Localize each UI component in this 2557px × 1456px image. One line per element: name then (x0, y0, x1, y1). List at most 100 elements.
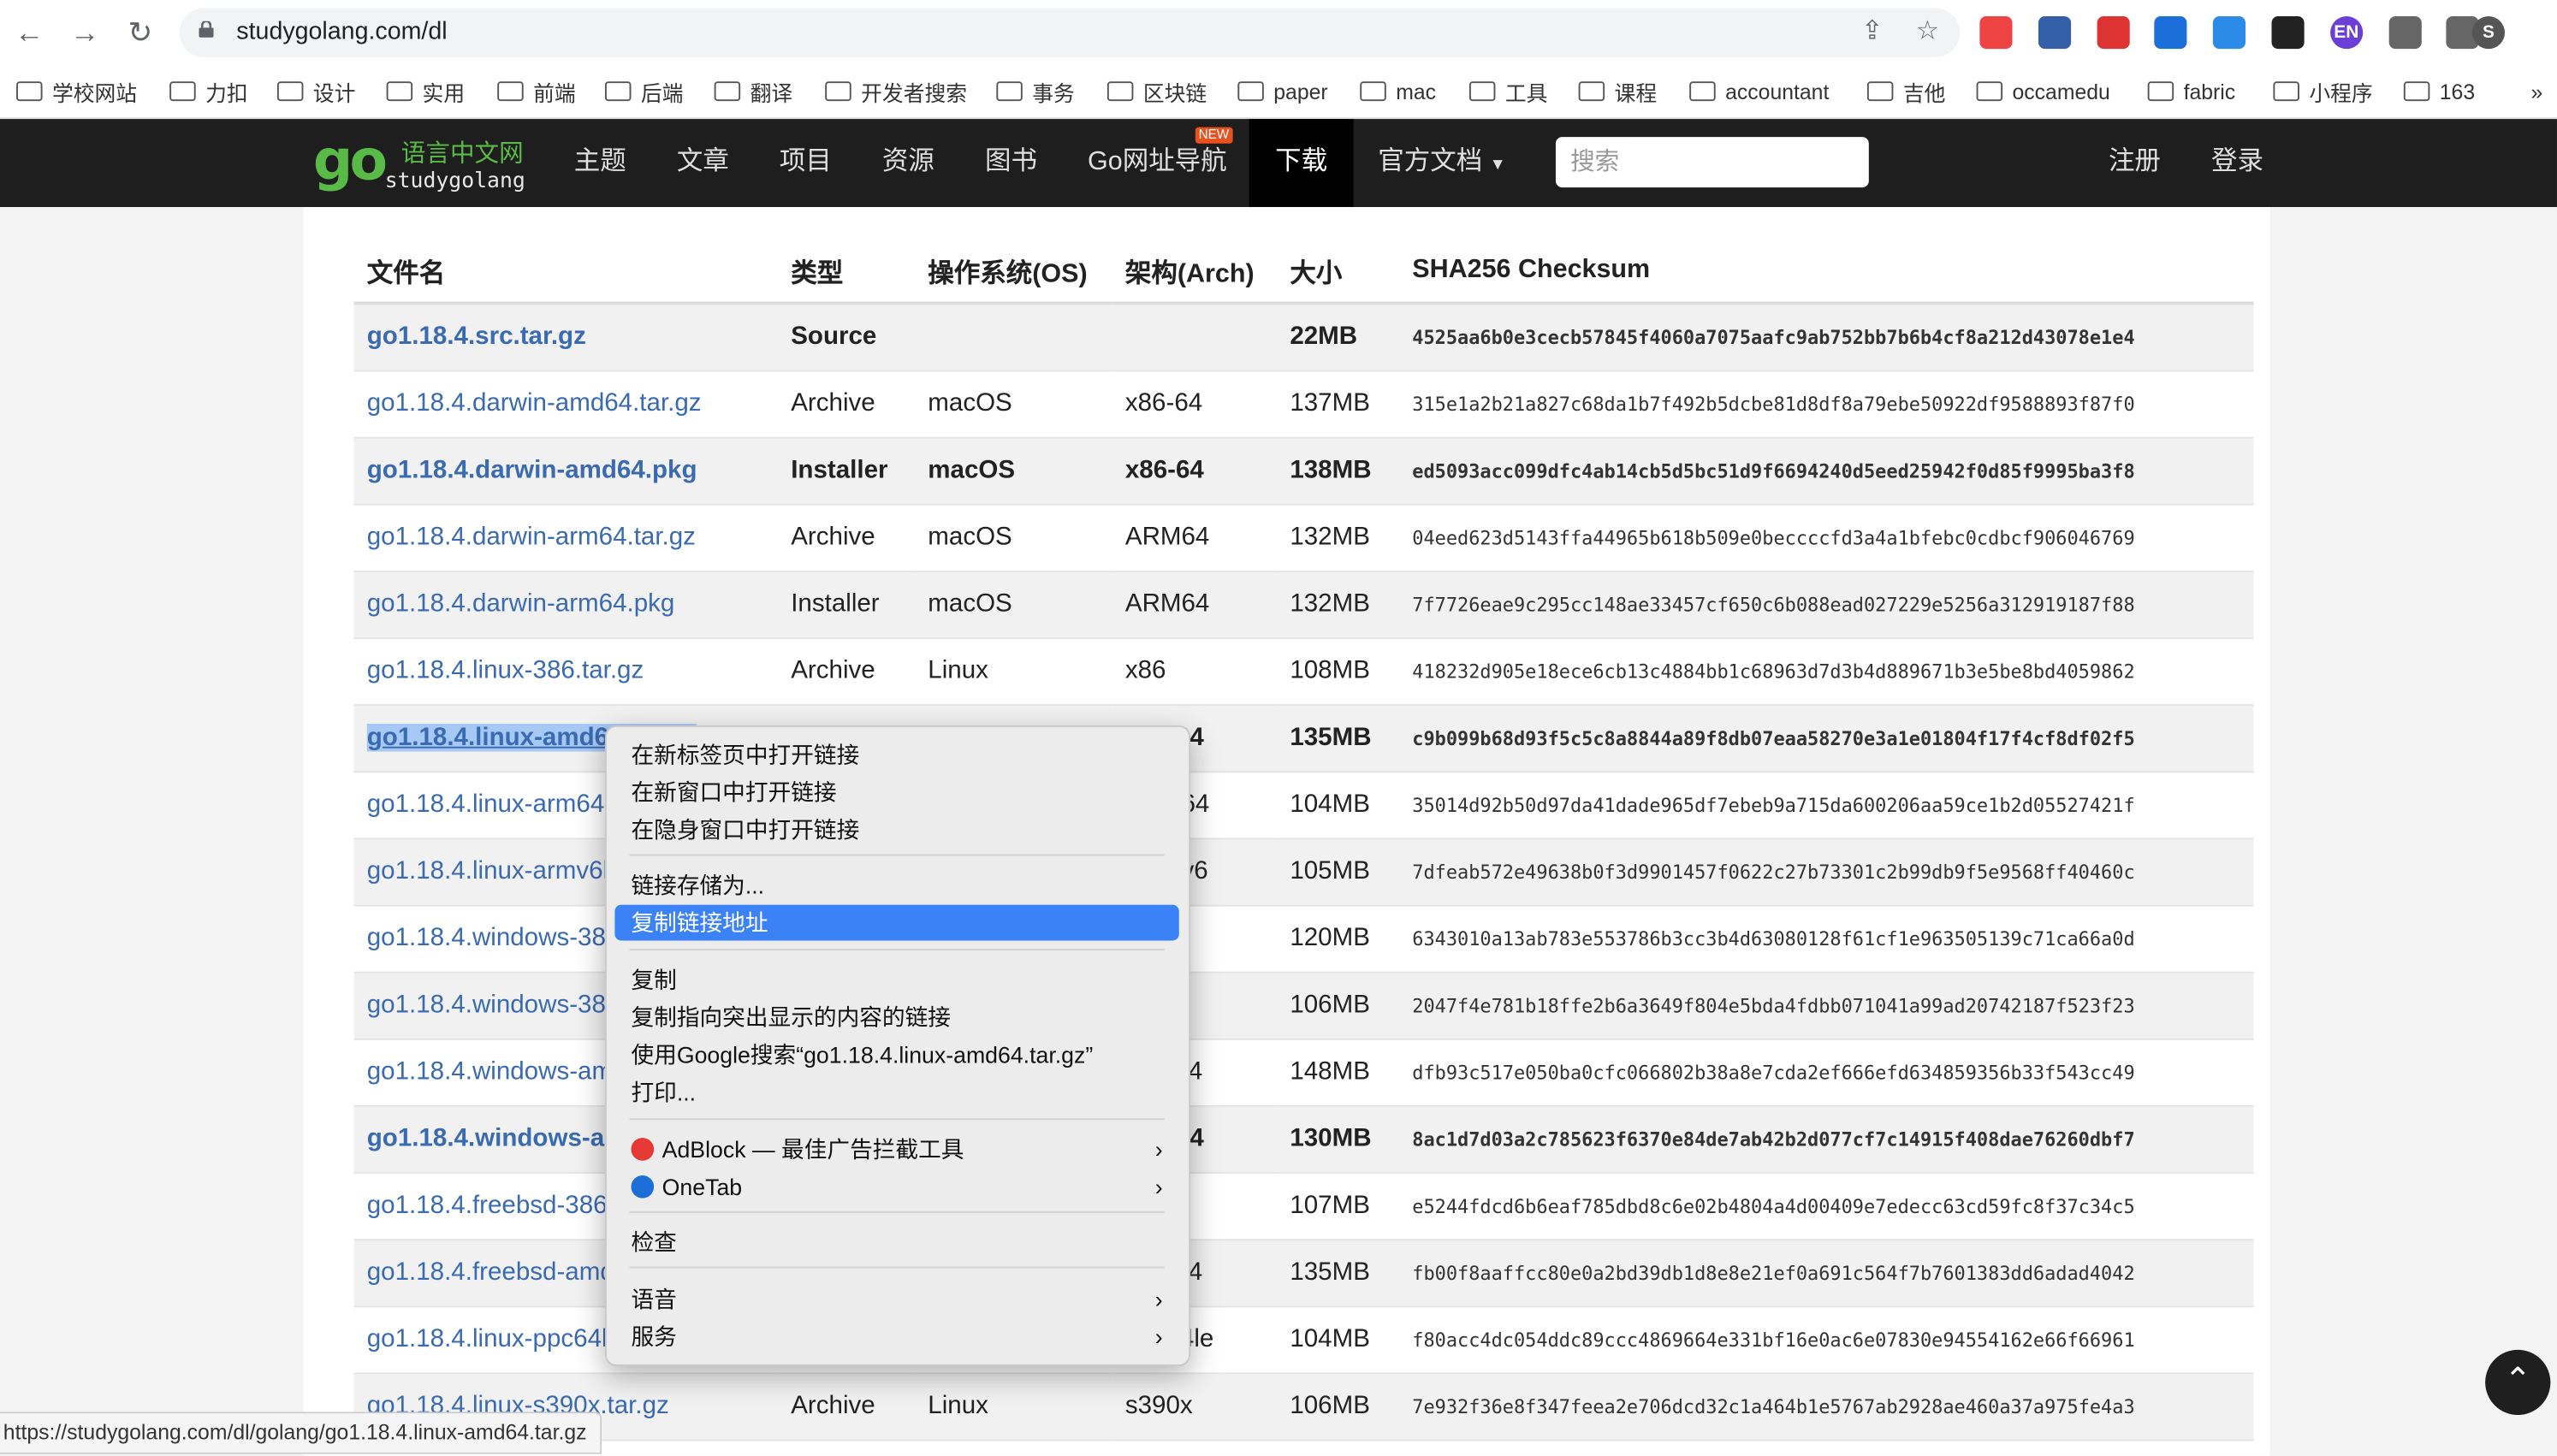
ctx-open-new-window[interactable]: 在新窗口中打开链接 (614, 774, 1178, 810)
scroll-to-top-button[interactable]: ⌃ (2485, 1349, 2551, 1416)
back-icon[interactable]: ← (13, 16, 45, 49)
file-link[interactable]: go1.18.4.linux-386.tar.gz (353, 638, 778, 707)
os-cell-text: macOS (928, 589, 1012, 619)
sha256-cell: 418232d905e18ece6cb13c4884bb1c68963d7d3b… (1399, 638, 2254, 707)
chevron-right-icon: › (1154, 1136, 1163, 1163)
os-cell: Linux (915, 638, 1112, 707)
adblock-icon[interactable] (2096, 16, 2129, 50)
size-cell: 106MB (1277, 1373, 1400, 1441)
nav-projects[interactable]: 项目 (780, 119, 832, 207)
register-link[interactable]: 注册 (2109, 119, 2161, 207)
ctx-adblock[interactable]: AdBlock — 最佳广告拦截工具 › (614, 1131, 1178, 1167)
profile-avatar[interactable]: S (2471, 16, 2506, 50)
nav-books[interactable]: 图书 (985, 119, 1037, 207)
translate-icon[interactable]: EN (2329, 16, 2363, 50)
folder-icon (1866, 81, 1894, 102)
col-filename: 文件名 (353, 240, 778, 305)
file-link[interactable]: go1.18.4.darwin-amd64.pkg (353, 437, 778, 506)
file-link-text[interactable]: go1.18.4.src.tar.gz (367, 323, 586, 350)
incognito-icon[interactable] (2271, 16, 2305, 50)
file-link-text[interactable]: go1.18.4.linux-386.tar.gz (367, 657, 644, 684)
nav-topics[interactable]: 主题 (574, 119, 626, 207)
apps-icon[interactable] (1979, 16, 2013, 50)
bookmark-item[interactable]: paper (1237, 77, 1328, 106)
sha256-cell: fb00f8aaffcc80e0a2bd39db1d8e8e21ef0a691c… (1399, 1240, 2254, 1308)
ctx-copy-link-address[interactable]: 复制链接地址 (614, 904, 1179, 941)
bookmark-item[interactable]: 事务 (996, 77, 1075, 106)
ctx-save-link-as[interactable]: 链接存储为... (614, 867, 1178, 903)
file-link[interactable]: go1.18.4.src.tar.gz (353, 303, 778, 372)
bookmark-item[interactable]: mac (1360, 77, 1436, 106)
nav-download[interactable]: 下载 (1249, 119, 1354, 208)
bookmark-item[interactable]: 课程 (1578, 77, 1658, 106)
share-icon[interactable]: ⇪ (1856, 16, 1889, 49)
chevron-right-icon: › (1154, 1323, 1163, 1350)
ctx-open-new-tab[interactable]: 在新标签页中打开链接 (614, 737, 1178, 772)
bookmark-item[interactable]: 区块链 (1106, 77, 1207, 106)
bookmark-item[interactable]: 实用 (386, 77, 465, 106)
os-cell: macOS (915, 370, 1112, 439)
file-link[interactable]: go1.18.4.darwin-arm64.pkg (353, 571, 778, 639)
folder-icon (1976, 81, 2003, 102)
ctx-speech[interactable]: 语音 › (614, 1281, 1178, 1317)
ctx-copy-link-to-highlight[interactable]: 复制指向突出显示的内容的链接 (614, 999, 1178, 1035)
bookmark-item[interactable]: 学校网站 (16, 77, 137, 106)
bookmark-label: 课程 (1614, 80, 1658, 105)
arch-cell-text: ARM64 (1124, 523, 1210, 552)
login-link[interactable]: 登录 (2211, 119, 2263, 207)
reload-icon[interactable]: ↻ (124, 16, 157, 49)
context-menu-label: 复制链接地址 (631, 909, 768, 936)
ctx-google-search[interactable]: 使用Google搜索“go1.18.4.linux-amd64.tar.gz” (614, 1037, 1178, 1073)
ctx-print[interactable]: 打印... (614, 1074, 1178, 1110)
ctx-services[interactable]: 服务 › (614, 1319, 1178, 1355)
nav-docs[interactable]: 官方文档 ▼ (1378, 119, 1505, 207)
bookmark-item[interactable]: 翻译 (714, 77, 792, 106)
star-ext-icon[interactable] (2038, 16, 2071, 50)
ctx-copy[interactable]: 复制 (614, 962, 1178, 997)
file-link-text[interactable]: go1.18.4.darwin-arm64.pkg (367, 590, 675, 618)
col-os: 操作系统(OS) (915, 240, 1112, 305)
ctx-onetab[interactable]: OneTab › (614, 1169, 1178, 1204)
bookmark-item[interactable]: 后端 (604, 77, 683, 106)
site-search-input[interactable]: 搜索 (1555, 137, 1869, 188)
bookmark-item[interactable]: 小程序 (2273, 77, 2373, 106)
folder-icon (16, 81, 43, 102)
bookmark-item[interactable]: 前端 (497, 77, 576, 106)
bookmark-label: 事务 (1032, 80, 1075, 105)
puzzle-icon[interactable] (2388, 16, 2422, 50)
file-link-text[interactable]: go1.18.4.darwin-amd64.pkg (367, 457, 697, 484)
size-cell-text: 104MB (1290, 1325, 1370, 1353)
download-icon[interactable] (2213, 16, 2246, 50)
file-link[interactable]: go1.18.4.darwin-amd64.tar.gz (353, 370, 778, 439)
bookmark-item[interactable]: 开发者搜索 (825, 77, 967, 106)
address-bar[interactable]: studygolang.com/dl ⇪ ☆ (179, 8, 1961, 57)
ctx-open-incognito[interactable]: 在隐身窗口中打开链接 (614, 812, 1178, 848)
bookmark-item[interactable]: 设计 (276, 77, 356, 106)
onetab-icon[interactable] (2155, 16, 2188, 50)
bookmark-item[interactable]: 力扣 (169, 77, 248, 106)
bookmark-item[interactable]: 工具 (1468, 77, 1547, 106)
bookmark-item[interactable]: 163 (2403, 77, 2475, 106)
file-link-text[interactable]: go1.18.4.darwin-arm64.tar.gz (367, 524, 696, 551)
bookmark-item[interactable]: 吉他 (1866, 77, 1945, 106)
bookmark-item[interactable]: occamedu (1976, 77, 2110, 106)
bookmark-item[interactable]: fabric (2147, 77, 2235, 106)
sha256-cell: c9b099b68d93f5c5c8a8844a89f8db07eaa58270… (1399, 705, 2254, 773)
bookmarks-overflow-icon[interactable]: » (2530, 77, 2542, 106)
bookmark-star-icon[interactable]: ☆ (1911, 16, 1943, 49)
folder-icon (1237, 81, 1264, 102)
type-cell-text: Archive (791, 1392, 875, 1420)
bookmark-label: 设计 (312, 80, 356, 105)
chevron-up-icon: ⌃ (2504, 1363, 2532, 1400)
ctx-inspect[interactable]: 检查 (614, 1224, 1178, 1260)
forward-icon[interactable]: → (68, 16, 101, 49)
file-link-text[interactable]: go1.18.4.darwin-amd64.tar.gz (367, 389, 702, 417)
sha256-cell-text: e5244fdcd6b6eaf785dbd8c6e02b4804a4d00409… (1412, 1194, 2135, 1218)
file-link[interactable]: go1.18.4.darwin-arm64.tar.gz (353, 504, 778, 572)
nav-resources[interactable]: 资源 (882, 119, 934, 207)
bookmark-label: mac (1396, 79, 1436, 104)
site-logo[interactable]: go (313, 129, 388, 194)
bookmark-item[interactable]: accountant (1689, 77, 1829, 106)
nav-articles[interactable]: 文章 (677, 119, 729, 207)
size-cell-text: 120MB (1290, 924, 1370, 952)
